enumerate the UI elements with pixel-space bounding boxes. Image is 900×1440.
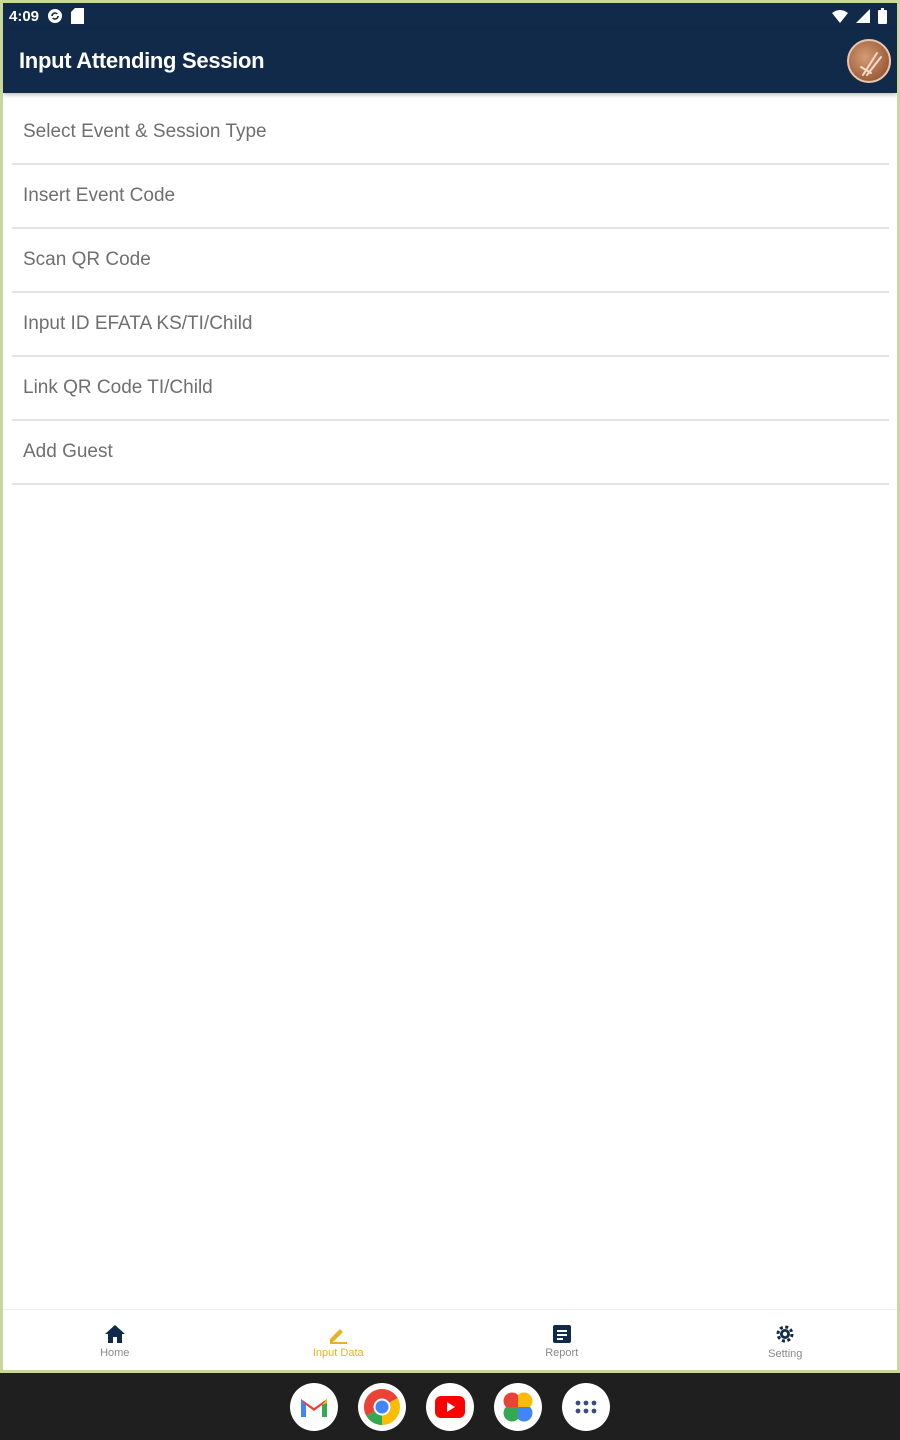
sync-icon (47, 8, 63, 24)
menu-item-scan-qr[interactable]: Scan QR Code (12, 229, 889, 293)
battery-icon (878, 8, 887, 24)
gmail-icon[interactable] (290, 1382, 338, 1431)
menu-item-label: Insert Event Code (23, 185, 176, 206)
edit-icon (330, 1329, 348, 1344)
avatar[interactable] (847, 39, 891, 83)
menu-item-label: Add Guest (23, 441, 113, 462)
menu-item-link-qr[interactable]: Link QR Code TI/Child (12, 357, 889, 421)
youtube-icon[interactable] (426, 1382, 474, 1431)
status-left: 4:09 (9, 7, 85, 25)
nav-label-report: Report (545, 1347, 579, 1359)
report-icon (552, 1325, 571, 1343)
menu-list: Select Event & Session Type Insert Event… (12, 101, 889, 485)
app-drawer-icon[interactable] (562, 1382, 610, 1431)
status-bar: 4:09 (3, 3, 897, 29)
home-icon (104, 1325, 125, 1343)
nav-label-input-data: Input Data (312, 1347, 364, 1359)
status-right (832, 8, 887, 24)
menu-item-input-id[interactable]: Input ID EFATA KS/TI/Child (12, 293, 889, 357)
menu-item-label: Select Event & Session Type (23, 121, 267, 142)
gear-icon (776, 1325, 794, 1343)
menu-item-label: Link QR Code TI/Child (23, 377, 213, 398)
app-bar: Input Attending Session (3, 29, 897, 93)
wifi-icon (832, 9, 848, 23)
signal-icon (856, 9, 870, 23)
sd-card-icon (71, 8, 85, 24)
nav-label-setting: Setting (768, 1348, 803, 1360)
chrome-icon[interactable] (358, 1382, 406, 1431)
page-title: Input Attending Session (19, 48, 265, 73)
bottom-nav: Home Input Data Report Setting (3, 1309, 897, 1373)
nav-label-home: Home (100, 1347, 130, 1359)
nav-item-input-data[interactable]: Input Data (227, 1310, 451, 1373)
nav-item-setting[interactable]: Setting (674, 1310, 898, 1373)
nav-item-report[interactable]: Report (450, 1310, 674, 1373)
system-dock (0, 1373, 900, 1440)
app-screen: 4:09 Input Attending Session Select Even… (3, 3, 897, 1437)
menu-item-insert-event-code[interactable]: Insert Event Code (12, 165, 889, 229)
menu-item-label: Input ID EFATA KS/TI/Child (23, 313, 253, 334)
menu-item-label: Scan QR Code (23, 249, 151, 270)
hand-icon (860, 52, 882, 76)
menu-item-add-guest[interactable]: Add Guest (12, 421, 889, 485)
status-time: 4:09 (9, 7, 40, 25)
photos-icon[interactable] (494, 1382, 542, 1431)
nav-item-home[interactable]: Home (3, 1310, 227, 1373)
menu-item-select-event[interactable]: Select Event & Session Type (12, 101, 889, 165)
